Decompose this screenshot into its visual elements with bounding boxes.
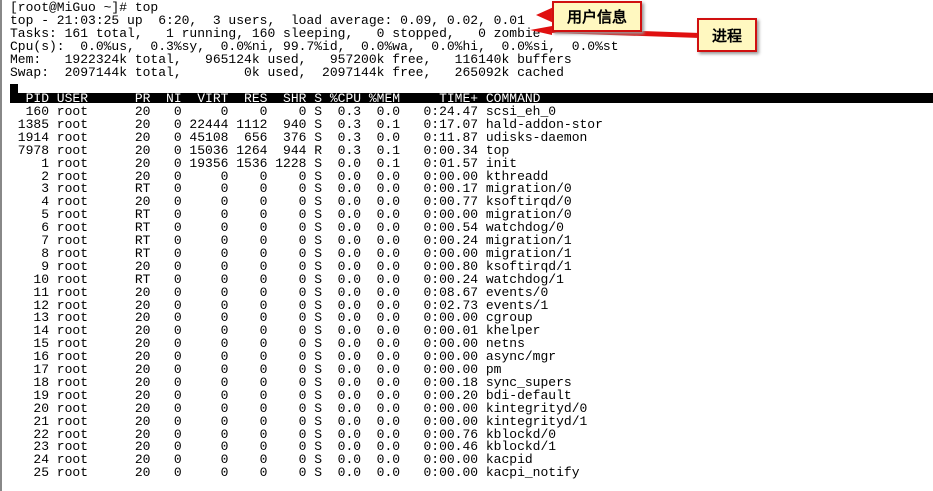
callout-processes: 进程 [697,18,757,52]
callout-user-info: 用户信息 [552,1,642,32]
annotation-arrows [530,6,700,38]
